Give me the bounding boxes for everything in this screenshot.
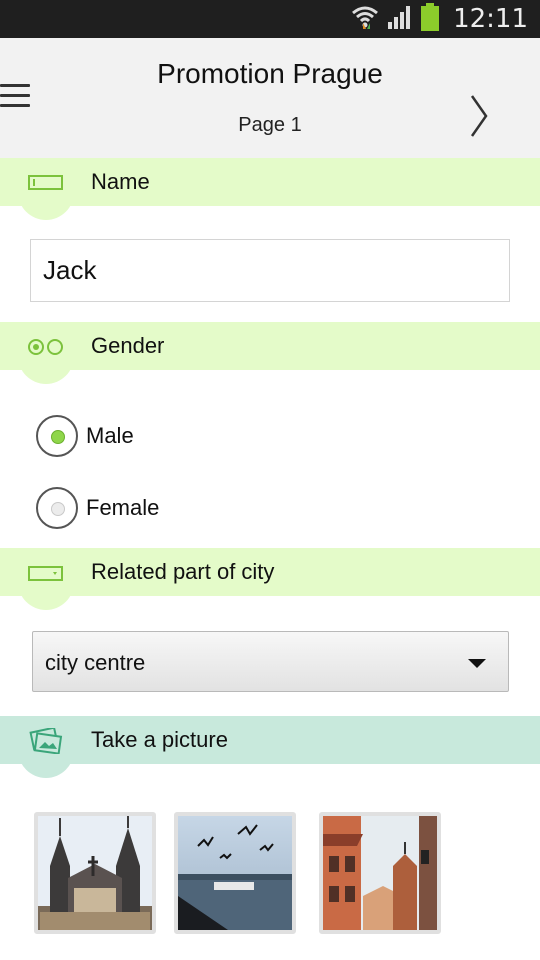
section-header-picture: Take a picture (0, 716, 540, 778)
status-clock: 12:11 (453, 4, 528, 34)
app-header: Promotion Prague Page 1 (0, 38, 540, 158)
section-header-city-part: Related part of city (0, 548, 540, 610)
page-title: Promotion Prague (157, 58, 383, 89)
river-birds-photo[interactable] (174, 812, 296, 934)
section-label-gender: Gender (91, 333, 165, 358)
page-subtitle: Page 1 (238, 114, 302, 136)
dropdown-icon (26, 560, 66, 584)
text-field-icon (26, 170, 66, 194)
section-label-name: Name (91, 169, 150, 194)
section-label-city-part: Related part of city (91, 559, 275, 584)
section-header-name: Name (0, 158, 540, 220)
chevron-down-icon (468, 659, 486, 668)
name-input[interactable] (30, 239, 510, 302)
radio-label-female: Female (86, 495, 160, 520)
radio-button-male[interactable] (36, 415, 78, 457)
photos-icon (26, 726, 66, 755)
battery-icon (421, 2, 440, 36)
section-label-picture: Take a picture (91, 727, 228, 752)
radio-button-female[interactable] (36, 487, 78, 529)
section-header-gender: Gender (0, 322, 540, 384)
street-buildings-photo[interactable] (319, 812, 441, 934)
city-part-selected-value: city centre (45, 650, 146, 675)
chevron-right-icon[interactable] (468, 94, 492, 138)
status-icons: 12:11 (351, 2, 528, 36)
wifi-icon (351, 3, 379, 36)
gender-option-female[interactable]: Female (36, 487, 159, 529)
radio-options-icon (26, 334, 66, 358)
status-bar: 12:11 (0, 0, 540, 38)
signal-icon (387, 4, 413, 35)
gender-option-male[interactable]: Male (36, 415, 134, 457)
church-towers-photo[interactable] (34, 812, 156, 934)
city-part-select[interactable]: city centre (32, 631, 509, 692)
radio-label-male: Male (86, 423, 134, 448)
